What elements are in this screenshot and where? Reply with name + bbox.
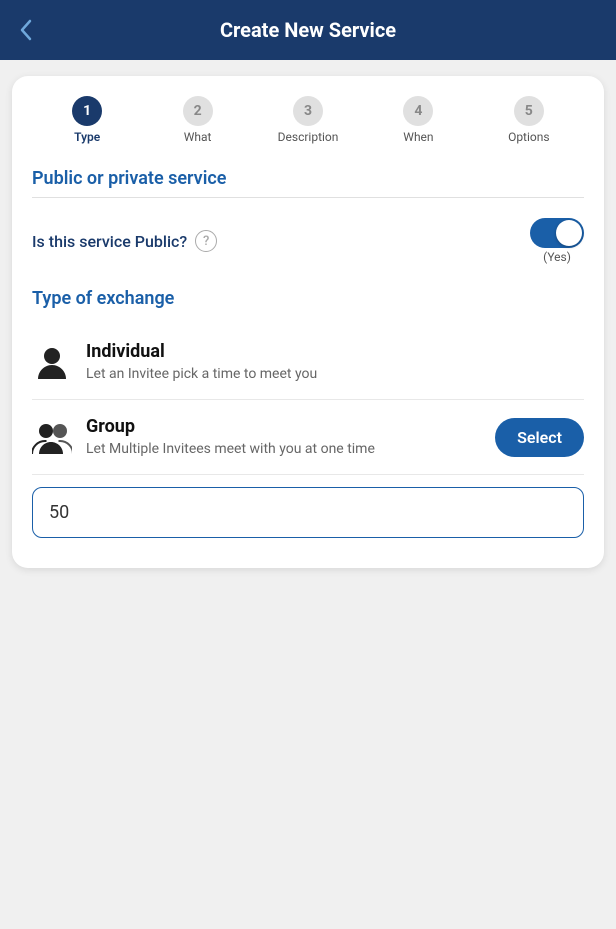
toggle-row: Is this service Public? ? (Yes): [32, 218, 584, 264]
step-label-1: Type: [74, 130, 100, 144]
toggle-knob: [556, 220, 582, 246]
step-5[interactable]: 5 Options: [474, 96, 584, 144]
group-option[interactable]: Group Let Multiple Invitees meet with yo…: [32, 400, 584, 475]
group-icon: [32, 418, 72, 458]
public-section: Public or private service Is this servic…: [32, 168, 584, 264]
select-button[interactable]: Select: [495, 418, 584, 457]
person-icon: [32, 343, 72, 383]
step-1[interactable]: 1 Type: [32, 96, 142, 144]
step-circle-1: 1: [72, 96, 102, 126]
help-icon[interactable]: ?: [195, 230, 217, 252]
toggle-value-label: (Yes): [543, 250, 571, 264]
individual-text: Individual Let an Invitee pick a time to…: [86, 341, 584, 382]
divider-1: [32, 197, 584, 198]
public-section-title: Public or private service: [32, 168, 584, 189]
exchange-section-title: Type of exchange: [32, 288, 584, 309]
group-desc: Let Multiple Invitees meet with you at o…: [86, 441, 481, 457]
back-button[interactable]: [20, 19, 32, 41]
exchange-section: Type of exchange Individual Let an Invit…: [32, 288, 584, 538]
step-3[interactable]: 3 Description: [253, 96, 363, 144]
step-label-5: Options: [508, 130, 550, 144]
step-circle-3: 3: [293, 96, 323, 126]
individual-desc: Let an Invitee pick a time to meet you: [86, 366, 584, 382]
group-name: Group: [86, 416, 481, 437]
toggle-switch[interactable]: [530, 218, 584, 248]
step-label-2: What: [184, 130, 212, 144]
step-label-3: Description: [278, 130, 339, 144]
toggle-right: (Yes): [530, 218, 584, 264]
step-circle-2: 2: [183, 96, 213, 126]
step-2[interactable]: 2 What: [142, 96, 252, 144]
group-size-input[interactable]: [32, 487, 584, 538]
step-4[interactable]: 4 When: [363, 96, 473, 144]
steps-container: 1 Type 2 What 3 Description 4 When 5: [32, 96, 584, 144]
content-card: 1 Type 2 What 3 Description 4 When 5: [12, 76, 604, 568]
individual-option[interactable]: Individual Let an Invitee pick a time to…: [32, 325, 584, 400]
step-label-4: When: [403, 130, 433, 144]
individual-name: Individual: [86, 341, 584, 362]
app-header: Create New Service: [0, 0, 616, 60]
toggle-label: Is this service Public? ?: [32, 230, 217, 252]
group-text: Group Let Multiple Invitees meet with yo…: [86, 416, 481, 457]
step-circle-4: 4: [403, 96, 433, 126]
step-circle-5: 5: [514, 96, 544, 126]
page-title: Create New Service: [220, 18, 396, 42]
